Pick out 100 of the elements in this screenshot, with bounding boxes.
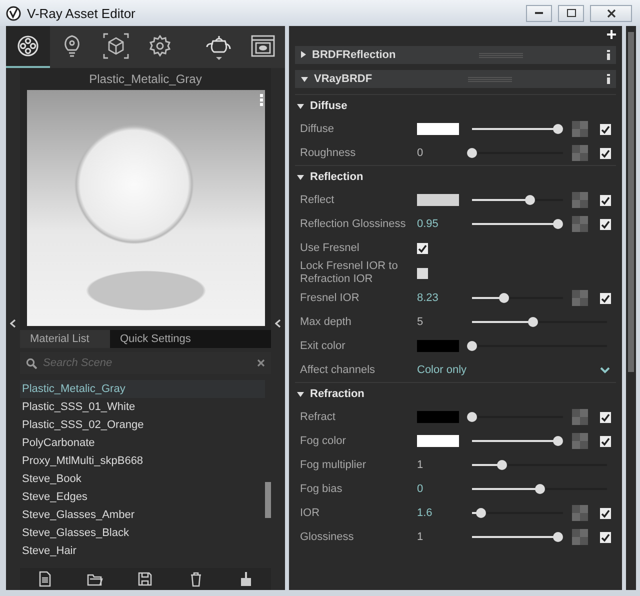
value-field[interactable]: 0 (417, 483, 467, 495)
slider-handle[interactable] (467, 341, 477, 351)
parameter-label: Fog multiplier (300, 458, 368, 472)
parameter-label: Reflect (300, 194, 336, 206)
material-item[interactable]: Steve_Edges (20, 488, 265, 506)
material-item[interactable]: Plastic_SSS_02_Orange (20, 416, 265, 434)
color-swatch[interactable] (417, 194, 459, 206)
light-bulb-icon (63, 34, 81, 58)
maximize-icon (566, 9, 576, 17)
section-title[interactable]: Diffuse (310, 100, 348, 112)
value-field[interactable]: 8.23 (417, 292, 467, 304)
checkbox[interactable] (600, 508, 611, 518)
checkbox[interactable] (600, 412, 611, 422)
slider-handle[interactable] (525, 195, 536, 205)
parameter-label: Fog color (300, 434, 347, 448)
maximize-button[interactable] (558, 4, 584, 22)
value-field[interactable]: 1 (417, 459, 467, 471)
checkbox[interactable] (600, 292, 611, 304)
slider-handle[interactable] (496, 460, 507, 470)
material-item[interactable]: Steve_Glasses_Black (20, 524, 265, 542)
info-icon[interactable] (607, 50, 610, 60)
slider-handle[interactable] (528, 317, 538, 327)
chevron-down-icon (600, 366, 610, 374)
parameter-label: Refract (300, 410, 336, 424)
search-icon (26, 358, 37, 368)
cube-icon (103, 33, 129, 59)
checkbox[interactable] (417, 268, 428, 278)
expand-triangle-icon[interactable] (301, 51, 306, 58)
parameter-label: Lock Fresnel IOR to Refraction IOR (300, 260, 399, 286)
collapse-triangle-icon[interactable] (297, 175, 304, 180)
close-icon (606, 8, 616, 18)
slider-handle[interactable] (467, 148, 477, 158)
material-item[interactable]: Plastic_Metalic_Gray (20, 380, 265, 398)
chevron-left-icon[interactable] (10, 319, 16, 328)
checkbox[interactable] (600, 436, 611, 446)
close-button[interactable] (590, 4, 632, 22)
collapse-triangle-icon[interactable] (297, 104, 304, 109)
info-icon[interactable] (607, 74, 610, 84)
slider-handle[interactable] (476, 508, 486, 518)
checkbox[interactable] (600, 148, 611, 158)
window-title: V-Ray Asset Editor (27, 6, 136, 20)
slider-handle[interactable] (553, 219, 564, 229)
section-title[interactable]: Refraction (310, 388, 364, 400)
material-item[interactable]: Plastic_SSS_01_White (20, 398, 265, 416)
clear-icon[interactable] (257, 359, 265, 367)
drag-handle-icon[interactable] (468, 76, 512, 82)
value-field[interactable]: 1.6 (417, 507, 467, 519)
dropdown[interactable]: Color only (417, 364, 616, 376)
chevron-left-icon[interactable] (275, 319, 281, 328)
value-field[interactable]: 0.95 (417, 218, 467, 230)
slider-handle[interactable] (553, 532, 564, 542)
material-item[interactable]: Steve_Hair (20, 542, 265, 560)
collapse-triangle-icon[interactable] (301, 77, 308, 82)
drag-handle-icon[interactable] (479, 52, 524, 58)
parameter-label: Fresnel IOR (300, 292, 360, 304)
value-field[interactable]: 1 (417, 531, 467, 543)
minimize-button[interactable] (526, 4, 552, 22)
layer-title[interactable]: BRDFReflection (312, 49, 396, 61)
slider-handle[interactable] (498, 293, 509, 303)
tab[interactable]: Material List (20, 330, 110, 348)
save-icon[interactable] (137, 571, 154, 587)
value-field[interactable]: 0 (417, 147, 467, 159)
parameter-label: Affect channels (300, 364, 376, 376)
checkbox[interactable] (417, 242, 428, 254)
value-field[interactable]: 5 (417, 316, 467, 328)
search-field[interactable]: Search Scene (43, 357, 251, 369)
material-item[interactable]: Steve_Glasses_Amber (20, 506, 265, 524)
material-item[interactable]: Proxy_MtlMulti_skpB668 (20, 452, 265, 470)
color-swatch[interactable] (417, 411, 459, 423)
layer-title[interactable]: VRayBRDF (314, 73, 372, 85)
scrollbar-thumb[interactable] (628, 32, 634, 372)
add-icon[interactable] (607, 30, 616, 39)
color-swatch[interactable] (417, 435, 459, 447)
material-icon (17, 35, 39, 57)
frame-buffer-icon (251, 35, 275, 57)
material-item[interactable]: PolyCarbonate (20, 434, 265, 452)
slider-handle[interactable] (553, 124, 564, 134)
section-title[interactable]: Reflection (310, 171, 364, 183)
checkbox[interactable] (600, 124, 611, 134)
slider-handle[interactable] (467, 412, 477, 422)
parameter-label: Use Fresnel (300, 242, 360, 254)
color-swatch[interactable] (417, 340, 459, 352)
scrollbar-thumb[interactable] (265, 482, 271, 518)
preview-title: Plastic_Metalic_Gray (89, 72, 202, 86)
parameter-label: Diffuse (300, 122, 336, 136)
slider-handle[interactable] (534, 484, 544, 494)
checkbox[interactable] (600, 218, 611, 230)
material-item[interactable]: Steve_Book (20, 470, 265, 488)
parameter-label: Glossiness (300, 530, 355, 544)
toolbar-tab[interactable] (6, 26, 50, 68)
minimize-icon (535, 12, 543, 14)
parameter-label: Max depth (300, 316, 352, 328)
more-icon[interactable] (260, 94, 262, 106)
app-logo-icon (6, 6, 21, 20)
checkbox[interactable] (600, 532, 611, 542)
collapse-triangle-icon[interactable] (297, 392, 304, 397)
slider-handle[interactable] (553, 436, 564, 446)
new-document-icon[interactable] (37, 571, 54, 587)
checkbox[interactable] (600, 194, 611, 206)
color-swatch[interactable] (417, 123, 459, 135)
